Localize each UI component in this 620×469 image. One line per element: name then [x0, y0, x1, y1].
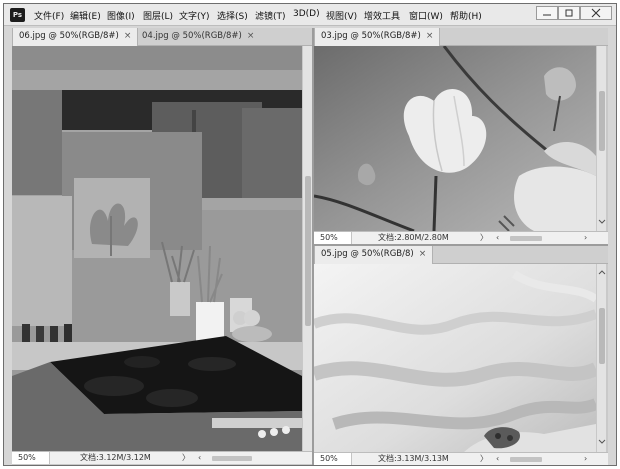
- status-menu-arrow[interactable]: 〉: [480, 453, 488, 465]
- canvas-03[interactable]: [314, 46, 596, 231]
- restore-icon: [565, 9, 573, 17]
- menu-bar: Ps 文件(F) 编辑(E) 图像(I) 图层(L) 文字(Y) 选择(S) 滤…: [4, 4, 616, 26]
- scroll-left-arrow[interactable]: ‹: [198, 452, 201, 464]
- tab-03[interactable]: 03.jpg @ 50%(RGB/8#) ×: [314, 28, 441, 46]
- minimize-icon: [543, 14, 551, 16]
- menu-filter[interactable]: 滤镜(T): [255, 9, 286, 22]
- status-menu-arrow[interactable]: 〉: [182, 452, 190, 464]
- tab-close-icon[interactable]: ×: [247, 31, 255, 41]
- tab-bar: 03.jpg @ 50%(RGB/8#) ×: [314, 28, 608, 46]
- menu-plugins[interactable]: 增效工具: [364, 9, 400, 22]
- tab-close-icon[interactable]: ×: [124, 31, 132, 41]
- menu-layer[interactable]: 图层(L): [143, 9, 173, 22]
- scroll-thumb[interactable]: [599, 91, 605, 151]
- menu-edit[interactable]: 编辑(E): [70, 9, 101, 22]
- tab-bar: 06.jpg @ 50%(RGB/8#) × 04.jpg @ 50%(RGB/8…: [12, 28, 312, 46]
- magnolia-photo: [314, 46, 596, 231]
- status-menu-arrow[interactable]: 〉: [480, 232, 488, 244]
- chevron-down-icon[interactable]: [598, 218, 606, 226]
- scroll-right-arrow[interactable]: ›: [584, 232, 587, 244]
- tab-label: 03.jpg @ 50%(RGB/8#): [321, 31, 421, 41]
- menu-help[interactable]: 帮助(H): [450, 9, 482, 22]
- chevron-up-icon[interactable]: [598, 268, 606, 276]
- close-icon: [591, 8, 601, 18]
- menu-view[interactable]: 视图(V): [326, 9, 357, 22]
- menu-window[interactable]: 窗口(W): [409, 9, 443, 22]
- close-button[interactable]: [580, 6, 612, 20]
- document-panel-03: 03.jpg @ 50%(RGB/8#) × 50% 文档:2.80M/2.80…: [314, 28, 608, 244]
- tab-bar: 05.jpg @ 50%(RGB/8) ×: [314, 246, 608, 264]
- scroll-right-arrow[interactable]: ›: [584, 453, 587, 465]
- zoom-field[interactable]: 50%: [314, 232, 352, 244]
- canvas-05[interactable]: [314, 264, 596, 452]
- fabric-photo: [314, 264, 596, 452]
- menu-type[interactable]: 文字(Y): [179, 9, 210, 22]
- vertical-scrollbar[interactable]: [302, 46, 312, 451]
- scroll-left-arrow[interactable]: ‹: [496, 232, 499, 244]
- vertical-scrollbar[interactable]: [596, 46, 606, 231]
- scroll-left-arrow[interactable]: ‹: [496, 453, 499, 465]
- ps-logo-icon: Ps: [10, 8, 25, 22]
- horizontal-scroll-thumb[interactable]: [212, 456, 252, 461]
- tab-06[interactable]: 06.jpg @ 50%(RGB/8#) ×: [12, 28, 139, 46]
- tab-label: 06.jpg @ 50%(RGB/8#): [19, 31, 119, 41]
- horizontal-scroll-thumb[interactable]: [510, 457, 542, 462]
- kitchen-photo: [12, 46, 302, 451]
- photoshop-window: Ps 文件(F) 编辑(E) 图像(I) 图层(L) 文字(Y) 选择(S) 滤…: [3, 3, 617, 466]
- doc-size-info: 文档:3.13M/3.13M: [378, 454, 449, 463]
- status-bar: 50% 文档:2.80M/2.80M 〉 ‹ ›: [314, 231, 608, 244]
- scroll-thumb[interactable]: [599, 308, 605, 364]
- status-bar: 50% 文档:3.13M/3.13M 〉 ‹ ›: [314, 452, 608, 465]
- restore-button[interactable]: [558, 6, 580, 20]
- menu-select[interactable]: 选择(S): [217, 9, 248, 22]
- zoom-field[interactable]: 50%: [314, 453, 352, 465]
- canvas-06[interactable]: [12, 46, 302, 451]
- document-panel-05: 05.jpg @ 50%(RGB/8) × 50% 文档:3.13M/3.13M…: [314, 246, 608, 465]
- doc-size-info: 文档:3.12M/3.12M: [80, 453, 151, 462]
- menu-image[interactable]: 图像(I): [107, 9, 135, 22]
- menu-file[interactable]: 文件(F): [34, 9, 64, 22]
- zoom-field[interactable]: 50%: [12, 452, 50, 464]
- tab-close-icon[interactable]: ×: [426, 31, 434, 41]
- menu-3d[interactable]: 3D(D): [293, 9, 320, 19]
- minimize-button[interactable]: [536, 6, 558, 20]
- tab-05[interactable]: 05.jpg @ 50%(RGB/8) ×: [314, 246, 434, 264]
- tab-label: 05.jpg @ 50%(RGB/8): [321, 249, 414, 259]
- scroll-thumb[interactable]: [305, 176, 311, 326]
- doc-size-info: 文档:2.80M/2.80M: [378, 233, 449, 242]
- vertical-scrollbar[interactable]: [596, 264, 606, 452]
- tab-04[interactable]: 04.jpg @ 50%(RGB/8#) ×: [136, 28, 260, 46]
- tab-label: 04.jpg @ 50%(RGB/8#): [142, 31, 242, 41]
- chevron-down-icon[interactable]: [598, 438, 606, 446]
- horizontal-scroll-thumb[interactable]: [510, 236, 542, 241]
- status-bar: 50% 文档:3.12M/3.12M 〉 ‹: [12, 451, 312, 464]
- tab-close-icon[interactable]: ×: [419, 249, 427, 259]
- document-panel-06: 06.jpg @ 50%(RGB/8#) × 04.jpg @ 50%(RGB/8…: [12, 28, 312, 465]
